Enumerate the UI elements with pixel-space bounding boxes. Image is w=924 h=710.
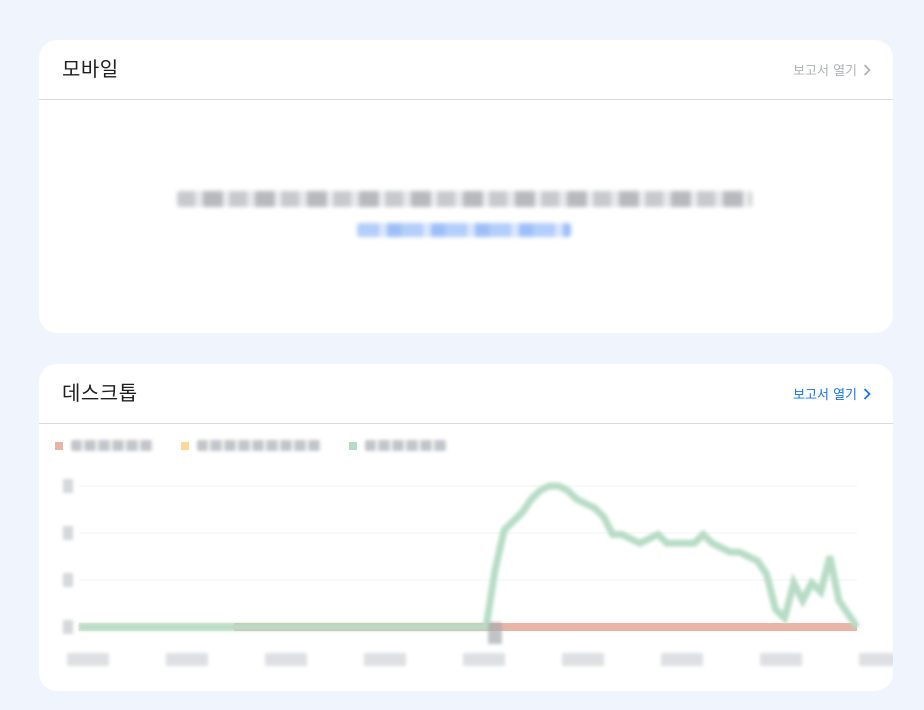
x-tick-label bbox=[562, 653, 604, 666]
desktop-card: 데스크톱 보고서 열기 bbox=[39, 364, 893, 691]
y-tick-label bbox=[63, 479, 73, 493]
desktop-open-report-label: 보고서 열기 bbox=[793, 388, 857, 403]
x-tick-label bbox=[265, 653, 307, 666]
mobile-open-report-button[interactable]: 보고서 열기 bbox=[793, 60, 871, 79]
y-tick-label bbox=[63, 573, 73, 587]
mobile-empty-message bbox=[177, 191, 752, 207]
y-tick-label bbox=[63, 526, 73, 540]
mobile-open-report-label: 보고서 열기 bbox=[793, 64, 857, 79]
x-tick-label bbox=[166, 653, 208, 666]
mobile-card-header: 모바일 보고서 열기 bbox=[39, 40, 893, 100]
x-tick-label bbox=[859, 653, 893, 666]
chevron-right-icon bbox=[863, 63, 871, 76]
y-tick-label bbox=[63, 620, 73, 634]
chevron-right-icon bbox=[863, 387, 871, 400]
x-tick-label bbox=[364, 653, 406, 666]
desktop-chart bbox=[39, 424, 893, 691]
mobile-empty-link[interactable] bbox=[357, 223, 571, 237]
x-tick-label bbox=[760, 653, 802, 666]
desktop-card-header: 데스크톱 보고서 열기 bbox=[39, 364, 893, 424]
series-good-line bbox=[79, 482, 860, 631]
desktop-card-title: 데스크톱 bbox=[62, 381, 138, 405]
chart-marker bbox=[488, 622, 502, 644]
mobile-card: 모바일 보고서 열기 bbox=[39, 40, 893, 333]
x-tick-label bbox=[661, 653, 703, 666]
chart-svg bbox=[63, 479, 893, 666]
x-tick-label bbox=[463, 653, 505, 666]
mobile-card-title: 모바일 bbox=[62, 57, 119, 81]
x-tick-label bbox=[67, 653, 109, 666]
desktop-open-report-button[interactable]: 보고서 열기 bbox=[793, 384, 871, 403]
